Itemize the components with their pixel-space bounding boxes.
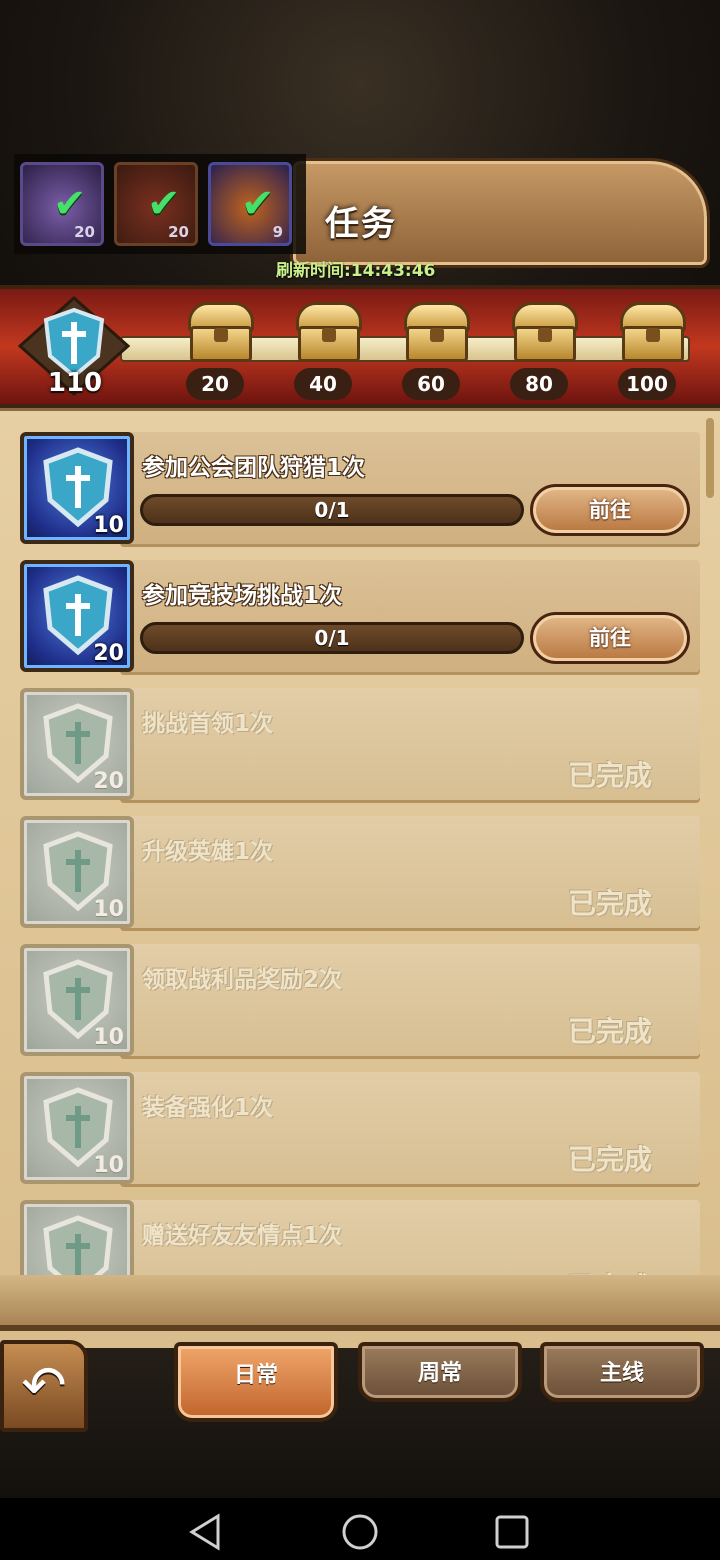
tab-daily[interactable]: 日常 xyxy=(174,1342,338,1422)
task-name: 升级英雄1次 xyxy=(142,839,274,865)
task-row: 10 领取战利品奖励2次 已完成 xyxy=(20,944,700,1056)
reward-chest[interactable] xyxy=(616,298,690,364)
task-row: 10 装备强化1次 已完成 xyxy=(20,1072,700,1184)
shield-icon: 10 xyxy=(20,816,134,928)
go-button[interactable]: 前往 xyxy=(530,484,690,536)
tab-weekly[interactable]: 周常 xyxy=(358,1342,522,1402)
reward-chest[interactable] xyxy=(508,298,582,364)
task-points: 10 xyxy=(93,897,124,922)
refresh-time: 刷新时间:14:43:46 xyxy=(276,261,436,281)
activity-points: 110 xyxy=(47,368,103,398)
nav-home-icon[interactable] xyxy=(340,1512,380,1552)
reward-chest[interactable] xyxy=(292,298,366,364)
milestone-label: 80 xyxy=(510,368,568,400)
badge-count: 20 xyxy=(168,223,189,241)
task-progress-text: 0/1 xyxy=(314,626,350,650)
milestone-label: 40 xyxy=(294,368,352,400)
reward-chest[interactable] xyxy=(184,298,258,364)
completed-label: 已完成 xyxy=(568,887,653,920)
tab-main-story[interactable]: 主线 xyxy=(540,1342,704,1402)
task-row: 赠送好友友情点1次 已完成 xyxy=(20,1200,700,1275)
shield-icon xyxy=(20,1200,134,1275)
check-icon: ✔ xyxy=(53,181,87,227)
task-points: 20 xyxy=(93,769,124,794)
shield-emblem-icon[interactable]: ✔ 20 xyxy=(114,162,198,246)
task-row: 10 升级英雄1次 已完成 xyxy=(20,816,700,928)
list-scrollbar[interactable] xyxy=(706,418,714,498)
completed-label: 已完成 xyxy=(568,759,653,792)
task-name: 挑战首领1次 xyxy=(142,711,274,737)
reward-chest[interactable] xyxy=(400,298,474,364)
task-row: 10 参加公会团队狩猎1次 0/1 前往 xyxy=(20,432,700,544)
badge-count: 9 xyxy=(272,223,283,241)
shield-icon: 20 xyxy=(20,688,134,800)
task-name: 装备强化1次 xyxy=(142,1095,274,1121)
task-points: 10 xyxy=(93,1153,124,1178)
shield-icon: 10 xyxy=(20,432,134,544)
task-name: 领取战利品奖励2次 xyxy=(142,967,343,993)
panel-torn-edge xyxy=(0,1275,720,1331)
task-progress-text: 0/1 xyxy=(314,498,350,522)
badge-count: 20 xyxy=(74,223,95,241)
shield-icon: 10 xyxy=(20,944,134,1056)
shield-icon: 20 xyxy=(20,560,134,672)
go-button[interactable]: 前往 xyxy=(530,612,690,664)
completed-label: 已完成 xyxy=(568,1143,653,1176)
back-arrow-icon: ↶ xyxy=(21,1354,67,1417)
completed-label: 已完成 xyxy=(568,1015,653,1048)
nav-back-icon[interactable] xyxy=(186,1512,226,1552)
task-points: 10 xyxy=(93,513,124,538)
check-icon: ✔ xyxy=(241,181,275,227)
milestone-label: 60 xyxy=(402,368,460,400)
task-name: 参加竞技场挑战1次 xyxy=(142,583,343,609)
task-name: 赠送好友友情点1次 xyxy=(142,1223,343,1249)
nav-recents-icon[interactable] xyxy=(492,1512,532,1552)
page-title: 任务 xyxy=(325,204,397,244)
task-points: 10 xyxy=(93,1025,124,1050)
task-name: 参加公会团队狩猎1次 xyxy=(142,455,366,481)
task-row: 20 挑战首领1次 已完成 xyxy=(20,688,700,800)
flame-icon[interactable]: ✔ 9 xyxy=(208,162,292,246)
milestone-label: 20 xyxy=(186,368,244,400)
task-points: 20 xyxy=(93,641,124,666)
completed-label: 已完成 xyxy=(568,1266,652,1275)
task-row: 20 参加竞技场挑战1次 0/1 前往 xyxy=(20,560,700,672)
task-list: 10 参加公会团队狩猎1次 0/1 前往 20 参加竞技场挑战1次 0/1 前往… xyxy=(0,420,720,1275)
crystal-icon[interactable]: ✔ 20 xyxy=(20,162,104,246)
milestone-label: 100 xyxy=(618,368,676,400)
shield-icon: 10 xyxy=(20,1072,134,1184)
check-icon: ✔ xyxy=(147,181,181,227)
back-button[interactable]: ↶ xyxy=(0,1340,88,1432)
status-badges: ✔ 20 ✔ 20 ✔ 9 xyxy=(14,154,306,254)
